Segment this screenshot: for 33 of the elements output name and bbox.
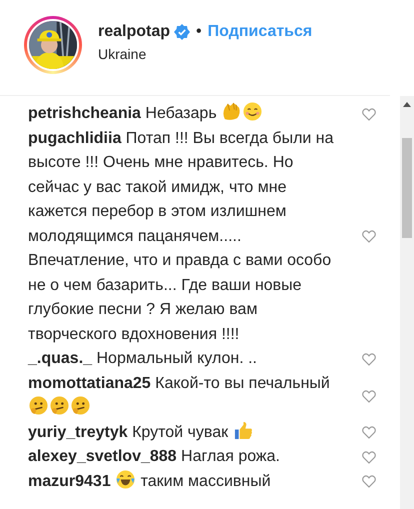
comment-text: pugachlidiia Потап !!! Вы всегда были на высоте !!! Очень мне нравитесь. Но сейчас у вас такой имидж, что мне кажется перебор в этом излишнем молодящимся пацанячем..... Впечатление, что и правда с вами особо не о чем базарить... Где ваши новые глубокие песни ? Я желаю вам творческого вдохновения !!!! [28, 128, 335, 344]
scroll-up-icon[interactable] [403, 102, 411, 107]
heart-icon[interactable] [362, 108, 376, 121]
comment-username[interactable]: momottatiana25 [28, 374, 151, 392]
comment-text: alexey_svetlov_888 Наглая рожа. [28, 447, 281, 467]
thinking-face-icon [71, 396, 90, 415]
location-text[interactable]: Ukraine [98, 44, 312, 65]
comment-text: petrishcheania Небазарь [28, 102, 338, 126]
thumbs-up-icon [234, 420, 253, 440]
username-link[interactable]: realpotap [98, 20, 170, 44]
heart-icon[interactable] [362, 426, 376, 440]
comment-username[interactable]: mazur9431 [28, 472, 111, 490]
comment-text: yuriy_treytyk Крутой чувак [28, 420, 338, 445]
heart-icon[interactable] [362, 390, 376, 402]
comment-text: _.quas._ Нормальный кулон. .. [28, 349, 258, 369]
heart-icon[interactable] [362, 230, 376, 244]
comment-username[interactable]: yuriy_treytyk [28, 424, 128, 440]
separator-dot: • [196, 22, 202, 42]
thinking-face-icon [50, 396, 69, 415]
laughing-face-icon [116, 470, 136, 488]
comment-username[interactable]: petrishcheania [28, 105, 141, 122]
thinking-face-icon [29, 396, 48, 415]
heart-icon[interactable] [362, 475, 376, 488]
comment-username[interactable]: alexey_svetlov_888 [28, 448, 177, 465]
heart-icon[interactable] [362, 450, 376, 464]
comment-username[interactable]: _.quas._ [28, 350, 92, 367]
comment-username[interactable]: pugachlidiia [28, 130, 122, 146]
comment-text: mazur9431 таким массивный [28, 470, 338, 494]
comment-text: momottatiana25 Какой-то вы печальный [28, 372, 338, 420]
scrollbar-thumb[interactable] [402, 138, 412, 238]
scrollbar[interactable] [400, 96, 414, 509]
heart-icon[interactable] [362, 352, 376, 366]
smiling-face-icon [243, 102, 262, 121]
